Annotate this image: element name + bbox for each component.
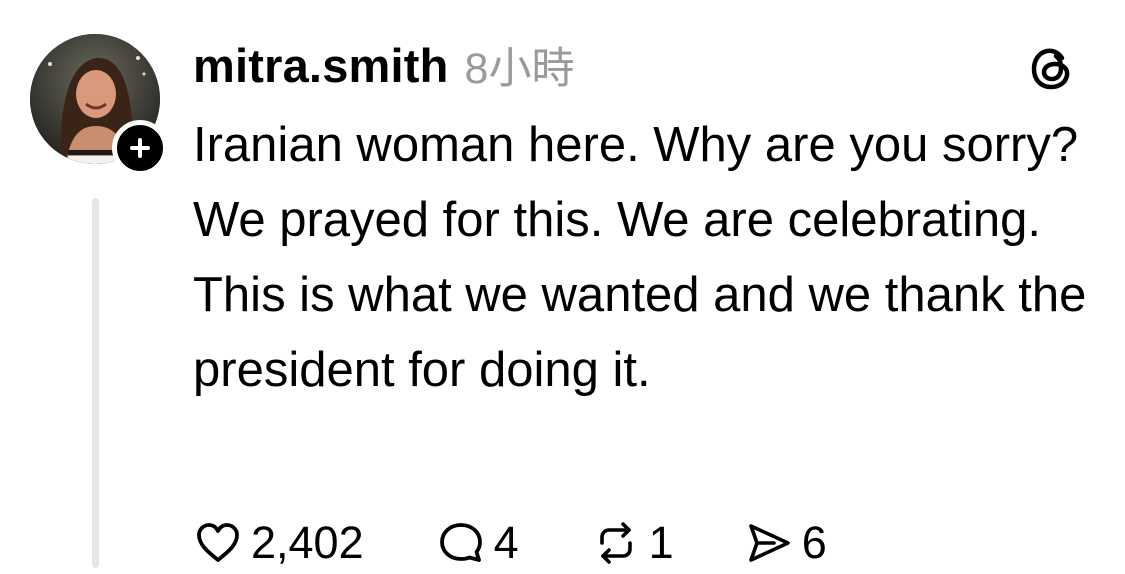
repost-count: 1 xyxy=(648,517,674,568)
thread-connector-line xyxy=(92,198,99,568)
thread-post: mitra.smith 8小時 Iranian woman here. Why … xyxy=(0,0,1125,568)
post-actions: 2,402 4 1 6 xyxy=(193,512,827,574)
reply-count: 4 xyxy=(493,517,519,568)
like-count: 2,402 xyxy=(251,517,364,568)
like-button[interactable]: 2,402 xyxy=(193,517,364,569)
send-icon xyxy=(744,518,794,568)
share-count: 6 xyxy=(801,517,827,568)
share-button[interactable]: 6 xyxy=(744,517,827,569)
comment-bubble-icon xyxy=(436,518,486,568)
repost-arrows-icon xyxy=(591,518,641,568)
heart-icon xyxy=(193,518,243,568)
post-body: Iranian woman here. Why are you sorry? W… xyxy=(193,118,1087,397)
plus-icon xyxy=(130,138,150,158)
post-header: mitra.smith 8小時 xyxy=(193,34,574,96)
username[interactable]: mitra.smith xyxy=(193,38,449,93)
follow-button[interactable] xyxy=(112,120,168,176)
post-timestamp: 8小時 xyxy=(464,45,575,93)
reply-button[interactable]: 4 xyxy=(436,517,519,569)
threads-logo-icon[interactable] xyxy=(1026,44,1076,94)
repost-button[interactable]: 1 xyxy=(591,517,674,569)
